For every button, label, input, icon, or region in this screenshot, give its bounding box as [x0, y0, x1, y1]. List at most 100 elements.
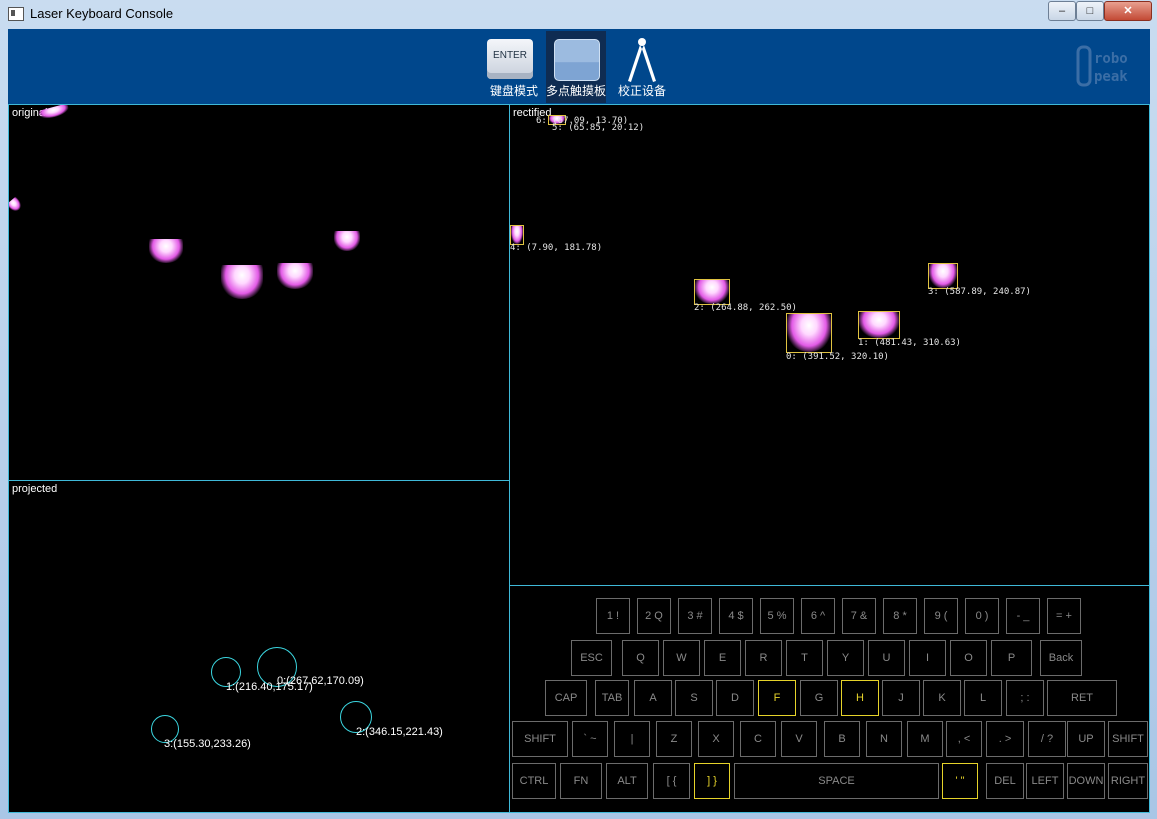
key-2-10[interactable]: L	[964, 680, 1002, 716]
rectified-view-panel: rectified 6: (67.09, 13.70) 5: (65.85, 2…	[509, 104, 1150, 586]
toolbar: ENTER 键盘模式 多点触摸板 校正设备 robo peak	[8, 29, 1150, 104]
key-0-8[interactable]: 9 (	[924, 598, 958, 634]
key-0-6[interactable]: 7 &	[842, 598, 876, 634]
key-0-5[interactable]: 6 ^	[801, 598, 835, 634]
key-1-7[interactable]: U	[868, 640, 905, 676]
key-2-9[interactable]: K	[923, 680, 961, 716]
key-2-8[interactable]: J	[882, 680, 920, 716]
original-view-panel: original	[8, 104, 510, 481]
detection-box	[694, 279, 730, 305]
key-2-2[interactable]: A	[634, 680, 672, 716]
key-0-11[interactable]: = +	[1047, 598, 1081, 634]
key-0-4[interactable]: 5 %	[760, 598, 794, 634]
key-0-10[interactable]: - _	[1006, 598, 1040, 634]
key-4-7[interactable]: DEL	[986, 763, 1024, 799]
laser-blob	[149, 239, 183, 263]
key-3-14[interactable]: SHIFT	[1108, 721, 1148, 757]
app-window: Laser Keyboard Console – □ ✕ ENTER 键盘模式 …	[0, 0, 1157, 819]
app-icon	[8, 7, 24, 21]
multitouch-pad-label: 多点触摸板	[546, 84, 607, 98]
detection-label: 2: (264.88, 262.50)	[694, 303, 797, 313]
robopeak-logo: robo peak	[1076, 43, 1140, 91]
key-3-4[interactable]: X	[698, 721, 734, 757]
close-button[interactable]: ✕	[1104, 1, 1152, 21]
key-3-11[interactable]: . >	[986, 721, 1024, 757]
key-2-6[interactable]: G	[800, 680, 838, 716]
key-2-7[interactable]: H	[841, 680, 879, 716]
key-1-5[interactable]: T	[786, 640, 823, 676]
key-1-4[interactable]: R	[745, 640, 782, 676]
touchpad-icon	[554, 39, 600, 81]
key-3-5[interactable]: C	[740, 721, 776, 757]
key-2-0[interactable]: CAP	[545, 680, 587, 716]
detection-label: 3: (587.89, 240.87)	[928, 287, 1031, 297]
projected-label: projected	[12, 483, 58, 495]
key-1-10[interactable]: P	[991, 640, 1032, 676]
key-1-11[interactable]: Back	[1040, 640, 1082, 676]
key-4-1[interactable]: FN	[560, 763, 602, 799]
key-1-6[interactable]: Y	[827, 640, 864, 676]
key-0-3[interactable]: 4 $	[719, 598, 753, 634]
compass-icon	[628, 38, 656, 82]
calibrate-device-button[interactable]: 校正设备	[612, 31, 672, 103]
enter-key-icon: ENTER	[487, 39, 533, 79]
minimize-button[interactable]: –	[1048, 1, 1076, 21]
key-1-2[interactable]: W	[663, 640, 700, 676]
key-4-8[interactable]: LEFT	[1026, 763, 1064, 799]
key-4-3[interactable]: [ {	[653, 763, 690, 799]
keyboard-mode-label: 键盘模式	[489, 84, 538, 98]
key-2-1[interactable]: TAB	[595, 680, 629, 716]
key-1-3[interactable]: E	[704, 640, 741, 676]
key-4-0[interactable]: CTRL	[512, 763, 556, 799]
title-bar[interactable]: Laser Keyboard Console – □ ✕	[0, 0, 1157, 28]
svg-text:robo: robo	[1094, 51, 1128, 67]
key-2-11[interactable]: ; :	[1006, 680, 1044, 716]
key-0-2[interactable]: 3 #	[678, 598, 712, 634]
key-2-4[interactable]: D	[716, 680, 754, 716]
key-0-7[interactable]: 8 *	[883, 598, 917, 634]
key-0-9[interactable]: 0 )	[965, 598, 999, 634]
key-2-12[interactable]: RET	[1047, 680, 1117, 716]
key-1-9[interactable]: O	[950, 640, 987, 676]
touch-point-label: 2:(346.15,221.43)	[356, 726, 443, 738]
key-3-8[interactable]: N	[866, 721, 902, 757]
key-3-12[interactable]: / ?	[1028, 721, 1066, 757]
key-3-9[interactable]: M	[907, 721, 943, 757]
laser-blob	[9, 196, 24, 214]
key-1-8[interactable]: I	[909, 640, 946, 676]
key-4-4[interactable]: ] }	[694, 763, 730, 799]
laser-blob	[334, 231, 360, 251]
detection-label: 0: (391.52, 320.10)	[786, 352, 889, 362]
detection-label: 5: (65.85, 20.12)	[552, 123, 645, 133]
key-3-0[interactable]: SHIFT	[512, 721, 568, 757]
key-3-3[interactable]: Z	[656, 721, 692, 757]
touch-point-label: 1:(216.40,175.17)	[226, 681, 313, 693]
maximize-button[interactable]: □	[1076, 1, 1104, 21]
key-3-6[interactable]: V	[781, 721, 817, 757]
key-3-7[interactable]: B	[824, 721, 860, 757]
key-3-2[interactable]: |	[614, 721, 650, 757]
multitouch-pad-button[interactable]: 多点触摸板	[546, 31, 606, 103]
client-area: ENTER 键盘模式 多点触摸板 校正设备 robo peak original…	[8, 29, 1150, 813]
keyboard-mode-button[interactable]: ENTER 键盘模式	[484, 31, 544, 103]
key-4-6[interactable]: ' "	[942, 763, 978, 799]
svg-text:peak: peak	[1094, 69, 1128, 85]
key-2-5[interactable]: F	[758, 680, 796, 716]
key-0-0[interactable]: 1 !	[596, 598, 630, 634]
calibrate-device-label: 校正设备	[617, 84, 666, 98]
key-4-10[interactable]: RIGHT	[1108, 763, 1148, 799]
detection-box	[786, 313, 832, 353]
key-3-10[interactable]: , <	[946, 721, 982, 757]
key-0-1[interactable]: 2 Q	[637, 598, 671, 634]
key-3-1[interactable]: ` ~	[572, 721, 608, 757]
detection-label: 1: (481.43, 310.63)	[858, 338, 961, 348]
key-3-13[interactable]: UP	[1067, 721, 1105, 757]
key-4-9[interactable]: DOWN	[1067, 763, 1105, 799]
key-1-1[interactable]: Q	[622, 640, 659, 676]
key-1-0[interactable]: ESC	[571, 640, 612, 676]
detection-label: 4: (7.90, 181.78)	[510, 243, 603, 253]
key-2-3[interactable]: S	[675, 680, 713, 716]
key-4-2[interactable]: ALT	[606, 763, 648, 799]
key-4-5[interactable]: SPACE	[734, 763, 939, 799]
detection-box	[928, 263, 958, 289]
